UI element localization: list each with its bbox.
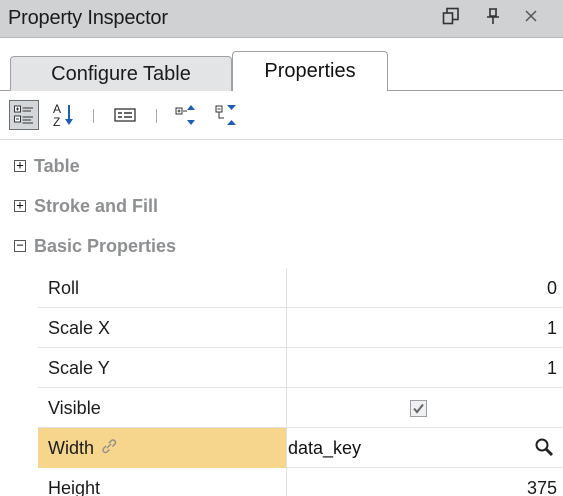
property-value[interactable]: 1 bbox=[288, 348, 563, 388]
collapse-toggle-icon[interactable]: − bbox=[14, 239, 26, 252]
binding-input[interactable] bbox=[288, 430, 518, 466]
pin-icon[interactable] bbox=[482, 7, 504, 30]
property-name: Roll bbox=[38, 268, 287, 308]
group-label: Basic Properties bbox=[34, 235, 177, 256]
group-stroke-and-fill[interactable]: + Stroke and Fill bbox=[0, 186, 563, 226]
expand-toggle-icon[interactable]: + bbox=[14, 199, 26, 212]
group-basic-properties[interactable]: − Basic Properties bbox=[0, 226, 563, 266]
property-value-editor[interactable] bbox=[288, 428, 563, 468]
property-name: Scale Y bbox=[38, 348, 287, 388]
svg-text:A: A bbox=[53, 102, 61, 116]
property-row-roll[interactable]: Roll 0 bbox=[38, 268, 563, 308]
property-name: Width bbox=[38, 428, 287, 468]
toolbar-separator bbox=[93, 109, 94, 123]
expand-all-icon bbox=[175, 105, 195, 125]
property-grid: + Table + Stroke and Fill − Basic Proper… bbox=[0, 139, 563, 496]
property-value[interactable]: 0 bbox=[288, 268, 563, 308]
panel-title: Property Inspector bbox=[8, 7, 168, 29]
property-value[interactable]: 1 bbox=[288, 308, 563, 348]
property-name: Scale X bbox=[38, 308, 287, 348]
checkmark-icon bbox=[413, 403, 424, 414]
collapse-all-icon bbox=[215, 105, 236, 125]
tab-properties[interactable]: Properties bbox=[232, 51, 388, 91]
sort-az-icon: A Z bbox=[53, 102, 73, 129]
link-icon bbox=[100, 437, 118, 460]
inspector-toolbar: A Z bbox=[0, 91, 563, 139]
property-pages-button[interactable] bbox=[108, 100, 142, 130]
property-row-scale-y[interactable]: Scale Y 1 bbox=[38, 348, 563, 388]
float-window-icon[interactable] bbox=[440, 7, 462, 30]
property-name: Visible bbox=[38, 388, 287, 428]
property-name: Height bbox=[38, 468, 287, 496]
toolbar-separator bbox=[156, 109, 157, 123]
categorized-view-button[interactable] bbox=[9, 100, 39, 130]
group-label: Stroke and Fill bbox=[34, 195, 159, 216]
property-pages-icon bbox=[114, 108, 136, 122]
visible-checkbox[interactable] bbox=[410, 399, 427, 417]
property-row-height[interactable]: Height 375 bbox=[38, 468, 563, 496]
group-table[interactable]: + Table bbox=[0, 146, 563, 186]
property-row-scale-x[interactable]: Scale X 1 bbox=[38, 308, 563, 348]
property-row-visible[interactable]: Visible bbox=[38, 388, 563, 428]
property-row-width[interactable]: Width bbox=[38, 428, 563, 468]
group-label: Table bbox=[34, 155, 80, 176]
alphabetical-sort-button[interactable]: A Z bbox=[50, 100, 78, 130]
panel-titlebar: Property Inspector bbox=[0, 0, 563, 38]
tab-strip: Configure Table Properties bbox=[0, 38, 563, 91]
close-icon[interactable] bbox=[520, 7, 542, 29]
property-name-label: Width bbox=[48, 437, 95, 458]
expand-toggle-icon[interactable]: + bbox=[14, 159, 26, 172]
property-value[interactable] bbox=[288, 388, 563, 428]
expand-all-button[interactable] bbox=[170, 100, 204, 130]
categorized-icon bbox=[14, 105, 33, 124]
search-icon[interactable] bbox=[533, 436, 555, 458]
tab-configure-table[interactable]: Configure Table bbox=[10, 56, 232, 91]
collapse-all-button[interactable] bbox=[210, 100, 244, 130]
property-value[interactable]: 375 bbox=[288, 468, 563, 496]
svg-text:Z: Z bbox=[53, 115, 60, 129]
